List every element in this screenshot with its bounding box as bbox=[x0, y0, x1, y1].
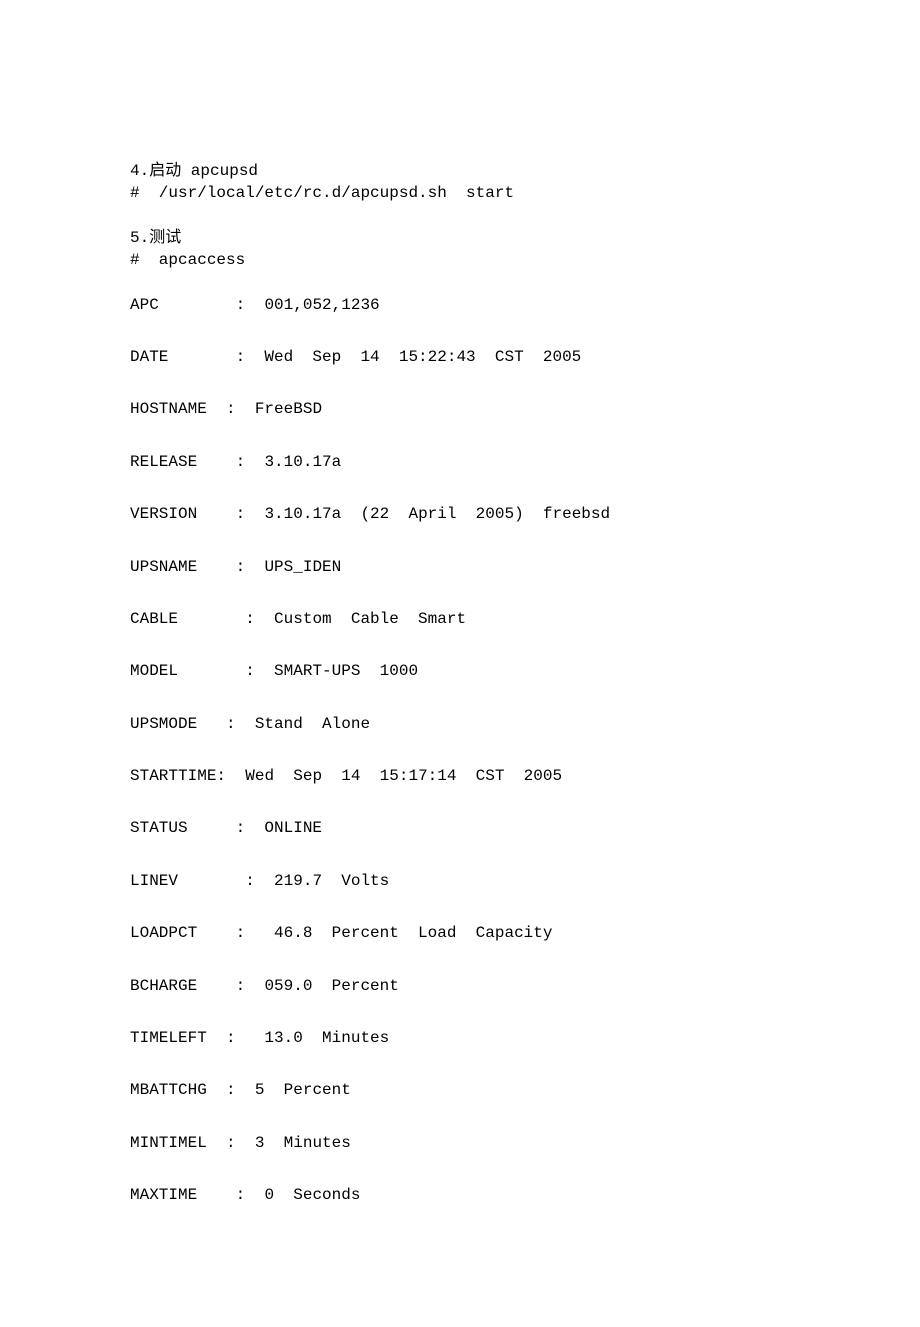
status-sep: : bbox=[197, 505, 264, 523]
status-value: Wed Sep 14 15:22:43 CST 2005 bbox=[264, 348, 581, 366]
status-key: STATUS bbox=[130, 819, 188, 837]
gap bbox=[130, 272, 790, 294]
status-row: UPSMODE : Stand Alone bbox=[130, 713, 790, 735]
status-value: UPS_IDEN bbox=[264, 558, 341, 576]
status-value: 46.8 Percent Load Capacity bbox=[274, 924, 552, 942]
status-sep: : bbox=[207, 1081, 255, 1099]
status-value: 059.0 Percent bbox=[264, 977, 398, 995]
status-value: 3.10.17a (22 April 2005) freebsd bbox=[264, 505, 610, 523]
status-key: LINEV bbox=[130, 872, 178, 890]
status-value: 3.10.17a bbox=[264, 453, 341, 471]
status-row: CABLE : Custom Cable Smart bbox=[130, 608, 790, 630]
status-key: APC bbox=[130, 296, 159, 314]
status-row: MINTIMEL : 3 Minutes bbox=[130, 1132, 790, 1154]
status-value: 001,052,1236 bbox=[264, 296, 379, 314]
status-row: MODEL : SMART-UPS 1000 bbox=[130, 660, 790, 682]
section-4: 4.启动 apcupsd # /usr/local/etc/rc.d/apcup… bbox=[130, 160, 790, 205]
status-key: MBATTCHG bbox=[130, 1081, 207, 1099]
status-key: RELEASE bbox=[130, 453, 197, 471]
status-sep: : bbox=[197, 715, 255, 733]
status-row: DATE : Wed Sep 14 15:22:43 CST 2005 bbox=[130, 346, 790, 368]
status-key: LOADPCT bbox=[130, 924, 197, 942]
status-value: Wed Sep 14 15:17:14 CST 2005 bbox=[245, 767, 562, 785]
status-sep: : bbox=[159, 296, 265, 314]
status-value: 13.0 Minutes bbox=[264, 1029, 389, 1047]
status-key: DATE bbox=[130, 348, 168, 366]
status-sep: : bbox=[216, 767, 245, 785]
section-4-title: 4.启动 apcupsd bbox=[130, 160, 790, 182]
status-sep: : bbox=[197, 924, 274, 942]
status-row: HOSTNAME : FreeBSD bbox=[130, 398, 790, 420]
status-sep: : bbox=[168, 348, 264, 366]
status-sep: : bbox=[178, 872, 274, 890]
section-5-title: 5.测试 bbox=[130, 227, 790, 249]
status-key: TIMELEFT bbox=[130, 1029, 207, 1047]
status-value: 0 Seconds bbox=[264, 1186, 360, 1204]
gap bbox=[130, 205, 790, 227]
status-key: VERSION bbox=[130, 505, 197, 523]
status-row: TIMELEFT : 13.0 Minutes bbox=[130, 1027, 790, 1049]
status-key: MODEL bbox=[130, 662, 178, 680]
status-sep: : bbox=[207, 1134, 255, 1152]
status-row: MBATTCHG : 5 Percent bbox=[130, 1079, 790, 1101]
status-key: MAXTIME bbox=[130, 1186, 197, 1204]
status-sep: : bbox=[197, 977, 264, 995]
status-value: SMART-UPS 1000 bbox=[274, 662, 418, 680]
status-row: STARTTIME: Wed Sep 14 15:17:14 CST 2005 bbox=[130, 765, 790, 787]
section-4-command: # /usr/local/etc/rc.d/apcupsd.sh start bbox=[130, 182, 790, 204]
status-output: APC : 001,052,1236 DATE : Wed Sep 14 15:2… bbox=[130, 294, 790, 1207]
status-key: UPSNAME bbox=[130, 558, 197, 576]
status-value: Stand Alone bbox=[255, 715, 370, 733]
section-5: 5.测试 # apcaccess bbox=[130, 227, 790, 272]
status-row: LINEV : 219.7 Volts bbox=[130, 870, 790, 892]
status-key: MINTIMEL bbox=[130, 1134, 207, 1152]
status-key: CABLE bbox=[130, 610, 178, 628]
status-row: STATUS : ONLINE bbox=[130, 817, 790, 839]
status-value: 5 Percent bbox=[255, 1081, 351, 1099]
status-value: Custom Cable Smart bbox=[274, 610, 466, 628]
status-value: FreeBSD bbox=[255, 400, 322, 418]
status-key: UPSMODE bbox=[130, 715, 197, 733]
status-key: STARTTIME bbox=[130, 767, 216, 785]
status-sep: : bbox=[197, 1186, 264, 1204]
status-row: UPSNAME : UPS_IDEN bbox=[130, 556, 790, 578]
status-sep: : bbox=[207, 1029, 265, 1047]
status-sep: : bbox=[188, 819, 265, 837]
status-row: MAXTIME : 0 Seconds bbox=[130, 1184, 790, 1206]
status-sep: : bbox=[197, 558, 264, 576]
status-key: BCHARGE bbox=[130, 977, 197, 995]
status-sep: : bbox=[197, 453, 264, 471]
status-value: ONLINE bbox=[264, 819, 322, 837]
status-row: RELEASE : 3.10.17a bbox=[130, 451, 790, 473]
status-row: APC : 001,052,1236 bbox=[130, 294, 790, 316]
status-row: LOADPCT : 46.8 Percent Load Capacity bbox=[130, 922, 790, 944]
section-5-command: # apcaccess bbox=[130, 249, 790, 271]
status-key: HOSTNAME bbox=[130, 400, 207, 418]
status-sep: : bbox=[178, 662, 274, 680]
status-sep: : bbox=[207, 400, 255, 418]
status-row: BCHARGE : 059.0 Percent bbox=[130, 975, 790, 997]
status-row: VERSION : 3.10.17a (22 April 2005) freeb… bbox=[130, 503, 790, 525]
status-sep: : bbox=[178, 610, 274, 628]
status-value: 3 Minutes bbox=[255, 1134, 351, 1152]
status-value: 219.7 Volts bbox=[274, 872, 389, 890]
